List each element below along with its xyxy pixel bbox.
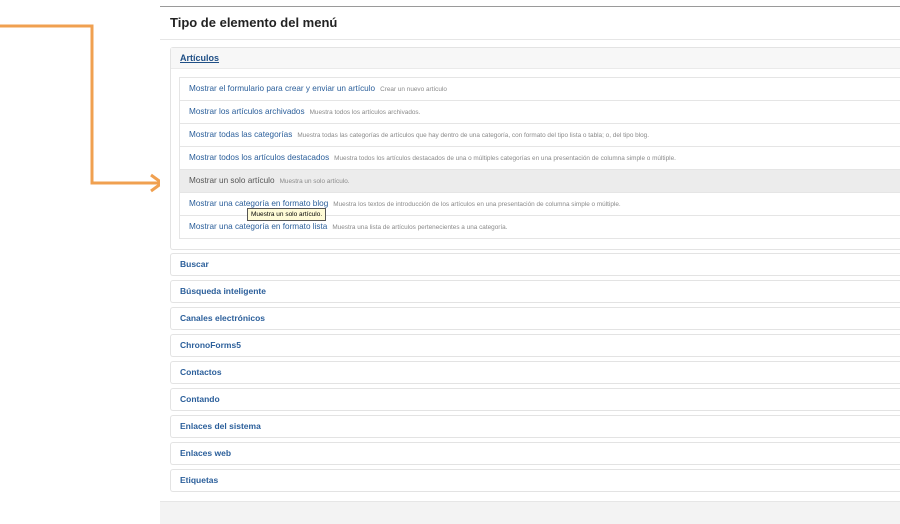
menu-type-item[interactable]: Mostrar el formulario para crear y envia… <box>179 77 900 100</box>
menu-item-type-modal: Tipo de elemento del menú Artículos Most… <box>160 6 900 524</box>
accordion-group-busqueda-inteligente[interactable]: Búsqueda inteligente <box>170 280 900 303</box>
accordion-heading-articulos[interactable]: Artículos <box>171 48 900 69</box>
menu-type-item-desc: Muestra los textos de introducción de lo… <box>333 201 621 208</box>
menu-type-item-title[interactable]: Mostrar un solo artículo <box>189 176 275 185</box>
menu-type-item[interactable]: Mostrar todos los artículos destacados M… <box>179 146 900 169</box>
menu-type-item-title[interactable]: Mostrar una categoría en formato lista <box>189 222 327 231</box>
menu-type-item-desc: Muestra todos los artículos destacados d… <box>334 155 676 162</box>
accordion-group-enlaces-del-sistema[interactable]: Enlaces del sistema <box>170 415 900 438</box>
accordion-group-contando[interactable]: Contando <box>170 388 900 411</box>
accordion-group-contactos[interactable]: Contactos <box>170 361 900 384</box>
modal-title: Tipo de elemento del menú <box>170 15 338 30</box>
menu-type-item-title[interactable]: Mostrar todos los artículos destacados <box>189 153 329 162</box>
modal-header: Tipo de elemento del menú <box>160 7 900 40</box>
menu-type-item-title[interactable]: Mostrar una categoría en formato blog <box>189 199 328 208</box>
hover-tooltip: Muestra un solo artículo. <box>247 208 327 221</box>
menu-type-item-desc: Muestra una lista de artículos perteneci… <box>332 224 508 231</box>
accordion-group-chronoforms5[interactable]: ChronoForms5 <box>170 334 900 357</box>
modal-footer <box>160 501 900 524</box>
accordion-group-buscar[interactable]: Buscar <box>170 253 900 276</box>
menu-type-item-desc: Muestra todos los artículos archivados. <box>309 109 421 116</box>
menu-type-item-hovered[interactable]: Mostrar un solo artículo Muestra un solo… <box>179 169 900 192</box>
menu-type-item[interactable]: Mostrar los artículos archivados Muestra… <box>179 100 900 123</box>
menu-type-item-desc: Muestra todas las categorías de artículo… <box>297 132 650 139</box>
menu-type-list: Mostrar el formulario para crear y envia… <box>171 69 900 249</box>
menu-type-item-title[interactable]: Mostrar todas las categorías <box>189 130 292 139</box>
accordion-group-canales-electronicos[interactable]: Canales electrónicos <box>170 307 900 330</box>
menu-type-item-title[interactable]: Mostrar el formulario para crear y envia… <box>189 84 375 93</box>
annotation-arrow <box>0 24 165 193</box>
menu-type-item[interactable]: Mostrar todas las categorías Muestra tod… <box>179 123 900 146</box>
modal-body: Artículos Mostrar el formulario para cre… <box>170 47 900 502</box>
menu-type-item-desc: Muestra un solo artículo. <box>279 178 350 185</box>
accordion-group-etiquetas[interactable]: Etiquetas <box>170 469 900 492</box>
accordion-group-enlaces-web[interactable]: Enlaces web <box>170 442 900 465</box>
menu-type-item-title[interactable]: Mostrar los artículos archivados <box>189 107 305 116</box>
menu-type-item-desc: Crear un nuevo artículo <box>380 86 447 93</box>
